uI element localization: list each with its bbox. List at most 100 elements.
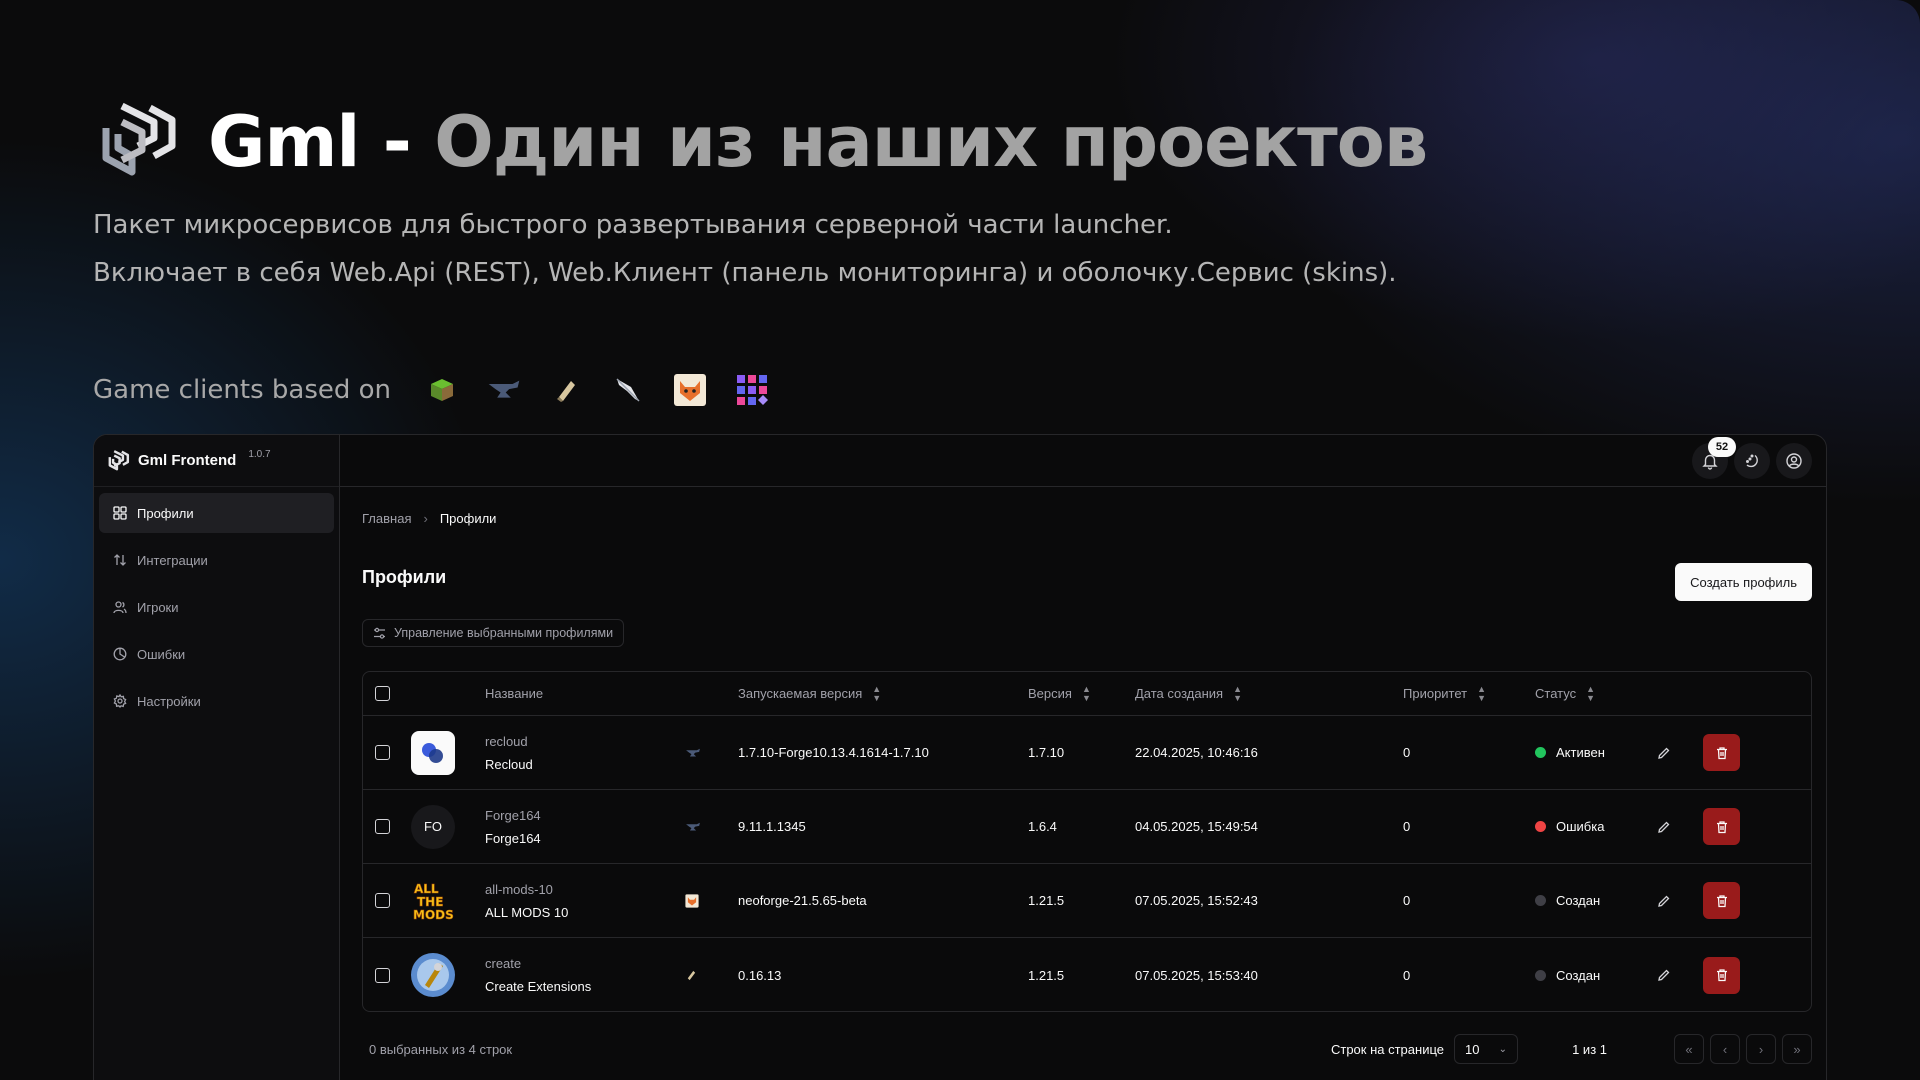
notifications-button[interactable]: 52 [1692,437,1736,479]
table-row[interactable]: recloud Recloud 1.7.10-Forge10.13.4.1614… [363,716,1811,790]
profile-name-cell: Forge164 Forge164 [485,790,541,863]
sidebar-item-settings[interactable]: Настройки [99,681,334,721]
column-header-version[interactable]: Версия ▲ ▼ [1028,672,1091,715]
priority-cell: 0 [1403,893,1411,908]
pencil-icon [1658,969,1670,981]
status-cell: Создан [1535,864,1600,937]
theme-toggle-button[interactable] [1734,443,1770,479]
chevrons-left-icon: « [1685,1041,1693,1057]
edit-button[interactable] [1649,886,1679,916]
loader-cell [685,790,701,863]
sidebar-item-profiles[interactable]: Профили [99,493,334,533]
row-select-cell [375,790,390,863]
profile-slug: Forge164 [485,807,541,823]
table-row[interactable]: FO Forge164 Forge164 9.11.1.1345 1.6.4 0… [363,790,1811,864]
column-header-priority[interactable]: Приоритет ▲ ▼ [1403,672,1486,715]
last-page-button[interactable]: » [1782,1034,1812,1064]
manage-button-label: Управление выбранными профилями [394,626,614,640]
manage-selected-profiles-button[interactable]: Управление выбранными профилями [362,619,625,647]
sort-icon: ▲ ▼ [1477,683,1487,703]
row-checkbox[interactable] [375,967,390,983]
version-cell: 1.7.10 [1028,745,1065,760]
hero-title-strong: Gml - [208,101,412,183]
table-row[interactable]: ALL THE MODS all-mods-10 ALL MODS 10 neo… [363,864,1811,938]
status-cell: Активен [1535,716,1605,789]
delete-button[interactable] [1703,808,1740,845]
avatar-cell: FO [411,790,455,863]
brand-name: Gml Frontend [138,452,237,469]
select-all-checkbox[interactable] [375,686,390,701]
forge-anvil-icon [686,822,700,830]
page: Gml - Один из наших проектов Пакет микро… [0,0,1920,1080]
edit-cell [1649,716,1679,789]
topbar: 52 [340,435,1826,487]
neoforge-fox-icon [685,893,699,908]
sidebar-item-label: Игроки [137,599,179,615]
theme-icon [1746,454,1758,468]
trash-icon [1716,820,1727,833]
gml-logo-icon [108,449,130,470]
game-clients-label: Game clients based on [93,375,392,405]
column-header-launch-version[interactable]: Запускаемая версия ▲ ▼ [738,672,881,715]
page-title: Профили [362,567,447,587]
profile-slug: create [485,956,522,971]
loader-cell [685,864,699,937]
trash-icon [1716,969,1727,982]
column-header-label: Статус [1535,686,1577,701]
sidebar-item-players[interactable]: Игроки [99,587,334,627]
fabric-icon [549,373,583,407]
status-label: Ошибка [1556,819,1605,834]
first-page-button[interactable]: « [1674,1034,1704,1064]
select-all-cell [375,672,390,715]
user-menu-button[interactable] [1776,443,1812,479]
profile-name: Forge164 [485,830,541,846]
version-cell: 1.6.4 [1028,819,1057,834]
edit-button[interactable] [1649,960,1679,990]
quilt-feather-icon [611,373,645,407]
delete-button[interactable] [1703,882,1740,919]
chevrons-right-icon: » [1793,1041,1801,1057]
sidebar-item-integrations[interactable]: Интеграции [99,540,334,580]
row-checkbox[interactable] [375,819,390,834]
create-profile-button[interactable]: Создать профиль [1675,563,1812,601]
forge-anvil-icon [487,373,521,407]
profiles-icon [113,506,127,520]
breadcrumb: Главная › Профили [362,511,496,526]
sort-icon: ▲ ▼ [1233,683,1243,703]
column-header-name: Название [485,686,544,701]
notifications-badge: 52 [1708,437,1736,457]
delete-button[interactable] [1703,956,1740,994]
brand[interactable]: Gml Frontend 1.0.7 [94,435,339,487]
avatar-cell [411,716,455,789]
launch-version-cell: neoforge-21.5.65-beta [738,893,867,908]
chevron-left-icon: ‹ [1722,1041,1728,1057]
created-date-cell: 22.04.2025, 10:46:16 [1135,745,1258,760]
sidebar-item-errors[interactable]: Ошибки [99,634,334,674]
previous-page-button[interactable]: ‹ [1710,1034,1740,1064]
hero-description-line-1: Пакет микросервисов для быстрого разверт… [93,210,1173,240]
avatar-cell: ALL THE MODS [411,864,455,937]
edit-button[interactable] [1649,738,1679,768]
edit-button[interactable] [1649,812,1679,842]
next-page-button[interactable]: › [1746,1034,1776,1064]
table-row[interactable]: create Create Extensions 0.16.13 1.21.5 … [363,938,1811,1011]
delete-button[interactable] [1703,734,1740,771]
column-header-status[interactable]: Статус ▲ ▼ [1535,672,1595,715]
status-dot [1535,895,1546,906]
rows-per-page-select[interactable]: 10 ⌄ [1454,1034,1518,1064]
players-icon [113,601,127,614]
breadcrumb-home[interactable]: Главная [362,511,411,526]
profile-slug: all-mods-10 [485,881,553,897]
sidebar: Gml Frontend 1.0.7 Профили Интеграции Иг… [94,435,340,1080]
row-checkbox[interactable] [375,745,390,760]
status-dot [1535,747,1546,758]
sidebar-nav: Профили Интеграции Игроки Ошибки Настрой… [94,487,339,734]
trash-icon [1716,894,1727,907]
pencil-icon [1658,821,1670,833]
launch-version-cell: 1.7.10-Forge10.13.4.1614-1.7.10 [738,745,929,760]
row-checkbox[interactable] [375,893,390,908]
column-header-created[interactable]: Дата создания ▲ ▼ [1135,672,1242,715]
chevron-right-icon: › [1758,1041,1764,1057]
errors-icon [113,647,127,661]
profile-avatar [411,953,455,997]
